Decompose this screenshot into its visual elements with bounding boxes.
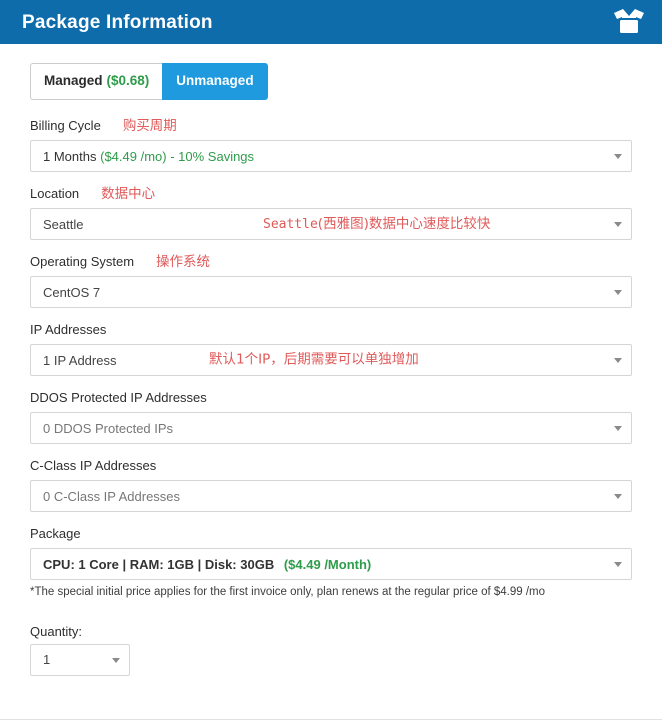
c-class-ip-addresses-label-row: C-Class IP Addresses	[30, 458, 632, 475]
billing-cycle-group: Billing Cycle 购买周期 1 Months ($4.49 /mo) …	[30, 118, 632, 172]
location-inline-annotation-cn: (西雅图)数据中心速度比较快	[317, 215, 491, 232]
unmanaged-button-label: Unmanaged	[176, 73, 254, 89]
page-title: Package Information	[22, 11, 213, 33]
operating-system-label: Operating System	[30, 254, 135, 269]
plan-type-toggle[interactable]: Managed ($0.68) Unmanaged	[30, 63, 268, 100]
billing-cycle-label: Billing Cycle	[30, 118, 101, 133]
chevron-down-icon	[614, 426, 622, 431]
location-value: Seattle	[43, 216, 84, 232]
ip-addresses-value: 1 IP Address	[43, 352, 117, 368]
package-specs: CPU: 1 Core | RAM: 1GB | Disk: 30GB	[43, 556, 275, 572]
ip-addresses-label-row: IP Addresses	[30, 322, 632, 339]
open-box-icon	[612, 7, 646, 37]
c-class-ip-addresses-group: C-Class IP Addresses 0 C-Class IP Addres…	[30, 458, 632, 512]
package-label-row: Package	[30, 526, 632, 543]
managed-button-label: Managed	[44, 73, 103, 89]
quantity-group: Quantity: 1	[30, 624, 632, 676]
location-inline-annotation-mono: Seattle	[263, 216, 318, 232]
chevron-down-icon	[614, 494, 622, 499]
operating-system-annotation: 操作系统	[156, 254, 211, 270]
location-label-row: Location 数据中心	[30, 186, 632, 203]
quantity-label: Quantity:	[30, 623, 83, 639]
chevron-down-icon	[614, 358, 622, 363]
ip-addresses-label: IP Addresses	[30, 322, 107, 337]
quantity-select[interactable]: 1	[30, 643, 130, 676]
location-select[interactable]: Seattle Seattle(西雅图)数据中心速度比较快	[30, 208, 632, 240]
billing-cycle-select[interactable]: 1 Months ($4.49 /mo) - 10% Savings	[30, 140, 632, 172]
location-inline-annotation: Seattle(西雅图)数据中心速度比较快	[263, 217, 490, 232]
operating-system-select[interactable]: CentOS 7	[30, 276, 632, 308]
quantity-value: 1	[43, 652, 51, 668]
c-class-ip-addresses-select[interactable]: 0 C-Class IP Addresses	[30, 480, 632, 512]
ip-addresses-select[interactable]: 1 IP Address 默认1个IP，后期需要可以单独增加	[30, 344, 632, 376]
panel-header: Package Information	[0, 0, 662, 44]
chevron-down-icon	[112, 657, 120, 663]
package-form: Managed ($0.68) Unmanaged Billing Cycle …	[0, 44, 662, 676]
billing-cycle-savings: - 10% Savings	[170, 148, 255, 164]
unmanaged-button[interactable]: Unmanaged	[162, 63, 268, 100]
chevron-down-icon	[614, 562, 622, 567]
chevron-down-icon	[614, 154, 622, 159]
ddos-ip-addresses-group: DDOS Protected IP Addresses 0 DDOS Prote…	[30, 390, 632, 444]
ddos-ip-addresses-label-row: DDOS Protected IP Addresses	[30, 390, 632, 407]
location-group: Location 数据中心 Seattle Seattle(西雅图)数据中心速度…	[30, 186, 632, 240]
package-select[interactable]: CPU: 1 Core | RAM: 1GB | Disk: 30GB ($4.…	[30, 548, 632, 580]
location-annotation: 数据中心	[101, 186, 156, 202]
chevron-down-icon	[614, 222, 622, 227]
billing-cycle-annotation: 购买周期	[122, 118, 177, 134]
ddos-ip-addresses-select[interactable]: 0 DDOS Protected IPs	[30, 412, 632, 444]
ip-addresses-group: IP Addresses 1 IP Address 默认1个IP，后期需要可以单…	[30, 322, 632, 376]
operating-system-label-row: Operating System 操作系统	[30, 254, 632, 271]
c-class-ip-addresses-value: 0 C-Class IP Addresses	[43, 488, 181, 504]
billing-cycle-value: 1 Months	[43, 148, 97, 164]
chevron-down-icon	[614, 290, 622, 295]
ddos-ip-addresses-label: DDOS Protected IP Addresses	[30, 390, 207, 405]
operating-system-value: CentOS 7	[43, 284, 101, 300]
managed-button[interactable]: Managed ($0.68)	[30, 63, 163, 100]
c-class-ip-addresses-label: C-Class IP Addresses	[30, 458, 157, 473]
package-group: Package CPU: 1 Core | RAM: 1GB | Disk: 3…	[30, 526, 632, 600]
ip-addresses-inline-annotation: 默认1个IP，后期需要可以单独增加	[209, 351, 419, 368]
package-price-note: *The special initial price applies for t…	[30, 586, 545, 598]
package-price: ($4.49 /Month)	[283, 556, 372, 572]
billing-cycle-price: ($4.49 /mo)	[100, 148, 167, 164]
operating-system-group: Operating System 操作系统 CentOS 7	[30, 254, 632, 308]
location-label: Location	[30, 186, 80, 201]
billing-cycle-label-row: Billing Cycle 购买周期	[30, 118, 632, 135]
managed-button-price: ($0.68)	[106, 73, 150, 89]
package-label: Package	[30, 526, 81, 541]
ddos-ip-addresses-value: 0 DDOS Protected IPs	[43, 420, 174, 436]
